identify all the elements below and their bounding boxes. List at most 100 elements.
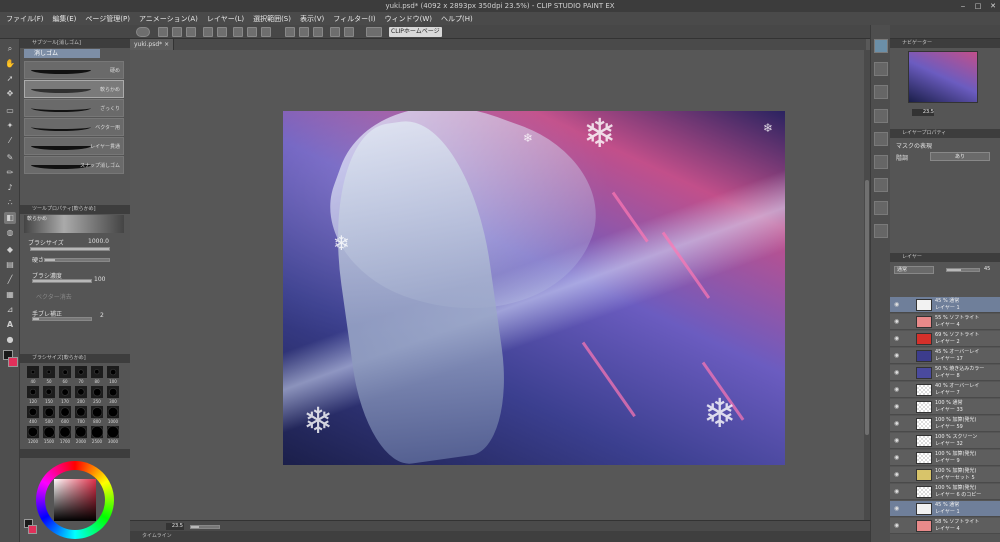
layer-row[interactable]: ◉ 40 % オーバーレイ レイヤー 7 — [890, 382, 1000, 398]
menu-help[interactable]: ヘルプ(H) — [441, 14, 473, 24]
layer-row[interactable]: ◉ 50 % 焼き込みカラー レイヤー 8 — [890, 365, 1000, 381]
brush-size-cell[interactable]: 60 — [58, 365, 72, 384]
layer-row[interactable]: ◉ 45 % オーバーレイ レイヤー 17 — [890, 348, 1000, 364]
fill-tool-icon[interactable]: ◆ — [4, 244, 16, 256]
redo-icon[interactable] — [217, 27, 227, 37]
menu-layer[interactable]: レイヤー(L) — [207, 14, 244, 24]
layer-visibility-icon[interactable]: ◉ — [894, 403, 899, 410]
layer-row[interactable]: ◉ 58 % ソフトライト レイヤー 4 — [890, 518, 1000, 534]
layer-visibility-icon[interactable]: ◉ — [894, 522, 899, 529]
canvas-zoom-value[interactable]: 23.5 — [166, 523, 184, 530]
airbrush-tool-icon[interactable]: ∴ — [4, 197, 16, 209]
brush-size-cell[interactable]: 100 — [106, 365, 120, 384]
brush-size-cell[interactable]: 2500 — [90, 425, 104, 444]
menu-filter[interactable]: フィルター(I) — [333, 14, 375, 24]
pencil-tool-icon[interactable]: ✏ — [4, 167, 16, 179]
clear-icon[interactable] — [285, 27, 295, 37]
transform-icon[interactable] — [313, 27, 323, 37]
close-icon[interactable]: ✕ — [986, 0, 1000, 12]
blend-tool-icon[interactable]: ◍ — [4, 227, 16, 239]
snap-ruler-icon[interactable] — [330, 27, 340, 37]
brush-size-cell[interactable]: 1200 — [26, 425, 40, 444]
operation-tool-icon[interactable]: ➚ — [4, 73, 16, 85]
layer-visibility-icon[interactable]: ◉ — [894, 505, 899, 512]
hand-tool-icon[interactable]: ✋ — [4, 58, 16, 70]
brush-item-2[interactable]: ざっくり — [24, 99, 124, 117]
frame-tool-icon[interactable]: ▦ — [4, 289, 16, 301]
menu-window[interactable]: ウィンドウ(W) — [385, 14, 432, 24]
layer-visibility-icon[interactable]: ◉ — [894, 386, 899, 393]
brush-size-cell[interactable]: 500 — [42, 405, 56, 424]
sub-color-chip[interactable] — [8, 357, 18, 367]
layer-row[interactable]: ◉ 100 % 加算(発光) レイヤー 9 — [890, 450, 1000, 466]
brush-size-cell[interactable]: 600 — [58, 405, 72, 424]
brush-item-5[interactable]: スナップ消しゴム — [24, 156, 124, 174]
item-bank-icon[interactable] — [874, 155, 888, 169]
sub-view-icon[interactable] — [874, 178, 888, 192]
canvas-scroll-thumb[interactable] — [865, 180, 869, 435]
canvas-zoom-slider[interactable] — [190, 525, 220, 529]
brush-item-4[interactable]: レイヤー貫通 — [24, 137, 124, 155]
text-tool-icon[interactable]: A — [4, 319, 16, 331]
layer-row[interactable]: ◉ 100 % 加算(発光) レイヤー 6 のコピー — [890, 484, 1000, 500]
document-tab[interactable]: yuki.psd* × — [130, 39, 175, 50]
layer-row[interactable]: ◉ 69 % ソフトライト レイヤー 2 — [890, 331, 1000, 347]
layer-row[interactable]: ◉ 55 % ソフトライト レイヤー 4 — [890, 314, 1000, 330]
brush-size-cell[interactable]: 70 — [74, 365, 88, 384]
brush-size-cell[interactable]: 120 — [26, 385, 40, 404]
layer-row[interactable]: ◉ 100 % 通常 レイヤー 33 — [890, 399, 1000, 415]
layer-visibility-icon[interactable]: ◉ — [894, 335, 899, 342]
brush-size-cell[interactable]: 2000 — [74, 425, 88, 444]
subtool-group-tab[interactable]: 消しゴム — [24, 49, 100, 58]
layer-visibility-icon[interactable]: ◉ — [894, 318, 899, 325]
eraser-tool-icon[interactable]: ◧ — [4, 212, 16, 224]
layer-row[interactable]: ◉ 45 % 通常 レイヤー 1 — [890, 501, 1000, 517]
brush-size-cell[interactable]: 40 — [26, 365, 40, 384]
eyedropper-icon[interactable]: ⁄ — [4, 135, 16, 147]
pen-tool-icon[interactable]: ✎ — [4, 152, 16, 164]
menu-view[interactable]: 表示(V) — [300, 14, 324, 24]
blend-mode-select[interactable]: 通常 — [894, 266, 934, 274]
navigator-preview[interactable] — [908, 51, 978, 103]
navigator-zoom-value[interactable]: 23.5 — [912, 109, 934, 116]
brush-item-3[interactable]: ベクター用 — [24, 118, 124, 136]
brush-size-cell[interactable]: 3000 — [106, 425, 120, 444]
auto-select-icon[interactable]: ✦ — [4, 120, 16, 132]
layer-visibility-icon[interactable]: ◉ — [894, 420, 899, 427]
clear-outside-icon[interactable] — [299, 27, 309, 37]
density-value[interactable]: 100 — [94, 276, 105, 283]
clip-home-button[interactable]: CLIPホームページ — [389, 27, 442, 37]
material-2-icon[interactable] — [874, 85, 888, 99]
brush-size-cell[interactable]: 250 — [90, 385, 104, 404]
brush-size-cell[interactable]: 800 — [90, 405, 104, 424]
open-file-icon[interactable] — [172, 27, 182, 37]
brush-size-cell[interactable]: 1000 — [106, 405, 120, 424]
minimize-icon[interactable]: ‒ — [956, 0, 970, 12]
color-wheel[interactable] — [36, 461, 114, 539]
layer-visibility-icon[interactable]: ◉ — [894, 471, 899, 478]
new-file-icon[interactable] — [158, 27, 168, 37]
select-all-icon[interactable] — [247, 27, 257, 37]
color-square[interactable] — [54, 479, 96, 521]
brush-size-cell[interactable]: 80 — [90, 365, 104, 384]
brush-size-cell[interactable]: 1500 — [42, 425, 56, 444]
brush-size-cell[interactable]: 1700 — [58, 425, 72, 444]
animation-cels-icon[interactable] — [874, 224, 888, 238]
density-slider[interactable] — [32, 279, 92, 283]
layer-row[interactable]: ◉ 100 % 加算(発光) レイヤー 59 — [890, 416, 1000, 432]
brush-size-cell[interactable]: 170 — [58, 385, 72, 404]
gradient-tool-icon[interactable]: ▤ — [4, 259, 16, 271]
tone-select[interactable]: あり — [930, 152, 990, 161]
layer-visibility-icon[interactable]: ◉ — [894, 488, 899, 495]
deselect-icon[interactable] — [233, 27, 243, 37]
brush-size-cell[interactable]: 300 — [106, 385, 120, 404]
menu-page[interactable]: ページ管理(P) — [85, 14, 130, 24]
opacity-slider[interactable] — [946, 268, 980, 272]
move-layer-icon[interactable]: ✥ — [4, 88, 16, 100]
wheel-sub-color[interactable] — [28, 525, 37, 534]
brush-size-cell[interactable]: 50 — [42, 365, 56, 384]
canvas-area[interactable]: ❄ ❄ ❄ ❄ ❄ ❄ — [130, 50, 866, 520]
fill-icon[interactable] — [261, 27, 271, 37]
brush-size-cell[interactable]: 400 — [26, 405, 40, 424]
layer-visibility-icon[interactable]: ◉ — [894, 301, 899, 308]
